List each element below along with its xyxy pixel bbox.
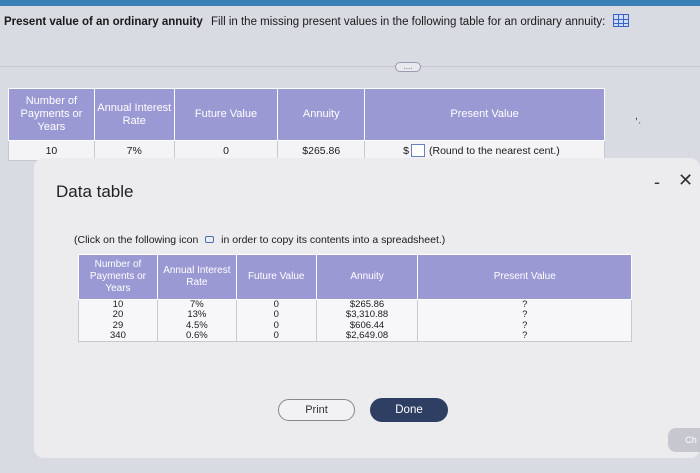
data-table: Number of Payments or Years Annual Inter… — [78, 254, 632, 342]
stray-mark: , — [635, 111, 638, 122]
expand-divider-button[interactable]: .... — [395, 62, 421, 72]
present-value-input[interactable] — [411, 144, 425, 157]
col-header-rate: Annual Interest Rate — [156, 254, 237, 300]
data-table-dialog: Data table - ✕ (Click on the following i… — [34, 158, 700, 458]
done-button[interactable]: Done — [370, 398, 448, 422]
col-header-annuity: Annuity — [277, 88, 366, 141]
copy-icon[interactable] — [205, 236, 215, 243]
col-header-rate: Annual Interest Rate — [93, 88, 175, 141]
instruction-text-before: (Click on the following icon — [74, 234, 199, 246]
rounding-hint: (Round to the nearest cent.) — [429, 145, 560, 157]
col-header-present-value: Present Value — [364, 88, 605, 141]
dialog-title: Data table — [56, 182, 134, 201]
cell-annuity: $2,649.08 — [315, 331, 419, 342]
currency-symbol: $ — [403, 145, 409, 157]
top-accent-bar — [0, 0, 700, 6]
cell-future-value: 0 — [235, 331, 317, 342]
cell-present-value: ? — [417, 310, 632, 321]
divider-line — [0, 66, 700, 67]
stray-mark: ' — [639, 121, 641, 130]
cell-future-value: 0 — [235, 310, 317, 321]
col-header-years: Number of Payments or Years — [78, 254, 158, 300]
cell-rate: 0.6% — [156, 331, 237, 342]
col-header-present-value: Present Value — [417, 254, 632, 300]
question-header: Present value of an ordinary annuity Fil… — [4, 14, 694, 28]
minimize-icon[interactable]: - — [654, 172, 660, 193]
cell-years: 340 — [78, 331, 158, 342]
print-button[interactable]: Print — [278, 399, 355, 421]
cell-annuity: $3,310.88 — [315, 310, 419, 321]
col-header-annuity: Annuity — [315, 254, 419, 300]
col-header-future-value: Future Value — [235, 254, 317, 300]
cell-years: 20 — [78, 310, 158, 321]
question-instruction: Fill in the missing present values in th… — [210, 16, 606, 28]
close-icon[interactable]: ✕ — [678, 170, 693, 191]
check-answer-button[interactable]: Ch — [668, 428, 700, 452]
grid-icon[interactable] — [612, 14, 629, 27]
instruction-text-after: in order to copy its contents into a spr… — [221, 234, 446, 246]
cell-present-value: ? — [417, 331, 632, 342]
col-header-future-value: Future Value — [173, 88, 279, 141]
table-row: 20 13% 0 $3,310.88 ? — [78, 310, 632, 321]
question-table: Number of Payments or Years Annual Inter… — [8, 88, 605, 161]
question-title: Present value of an ordinary annuity — [4, 16, 203, 28]
copy-instruction: (Click on the following icon in order to… — [74, 234, 445, 246]
table-row: 340 0.6% 0 $2,649.08 ? — [78, 331, 632, 342]
cell-rate: 13% — [156, 310, 237, 321]
col-header-years: Number of Payments or Years — [8, 88, 95, 141]
